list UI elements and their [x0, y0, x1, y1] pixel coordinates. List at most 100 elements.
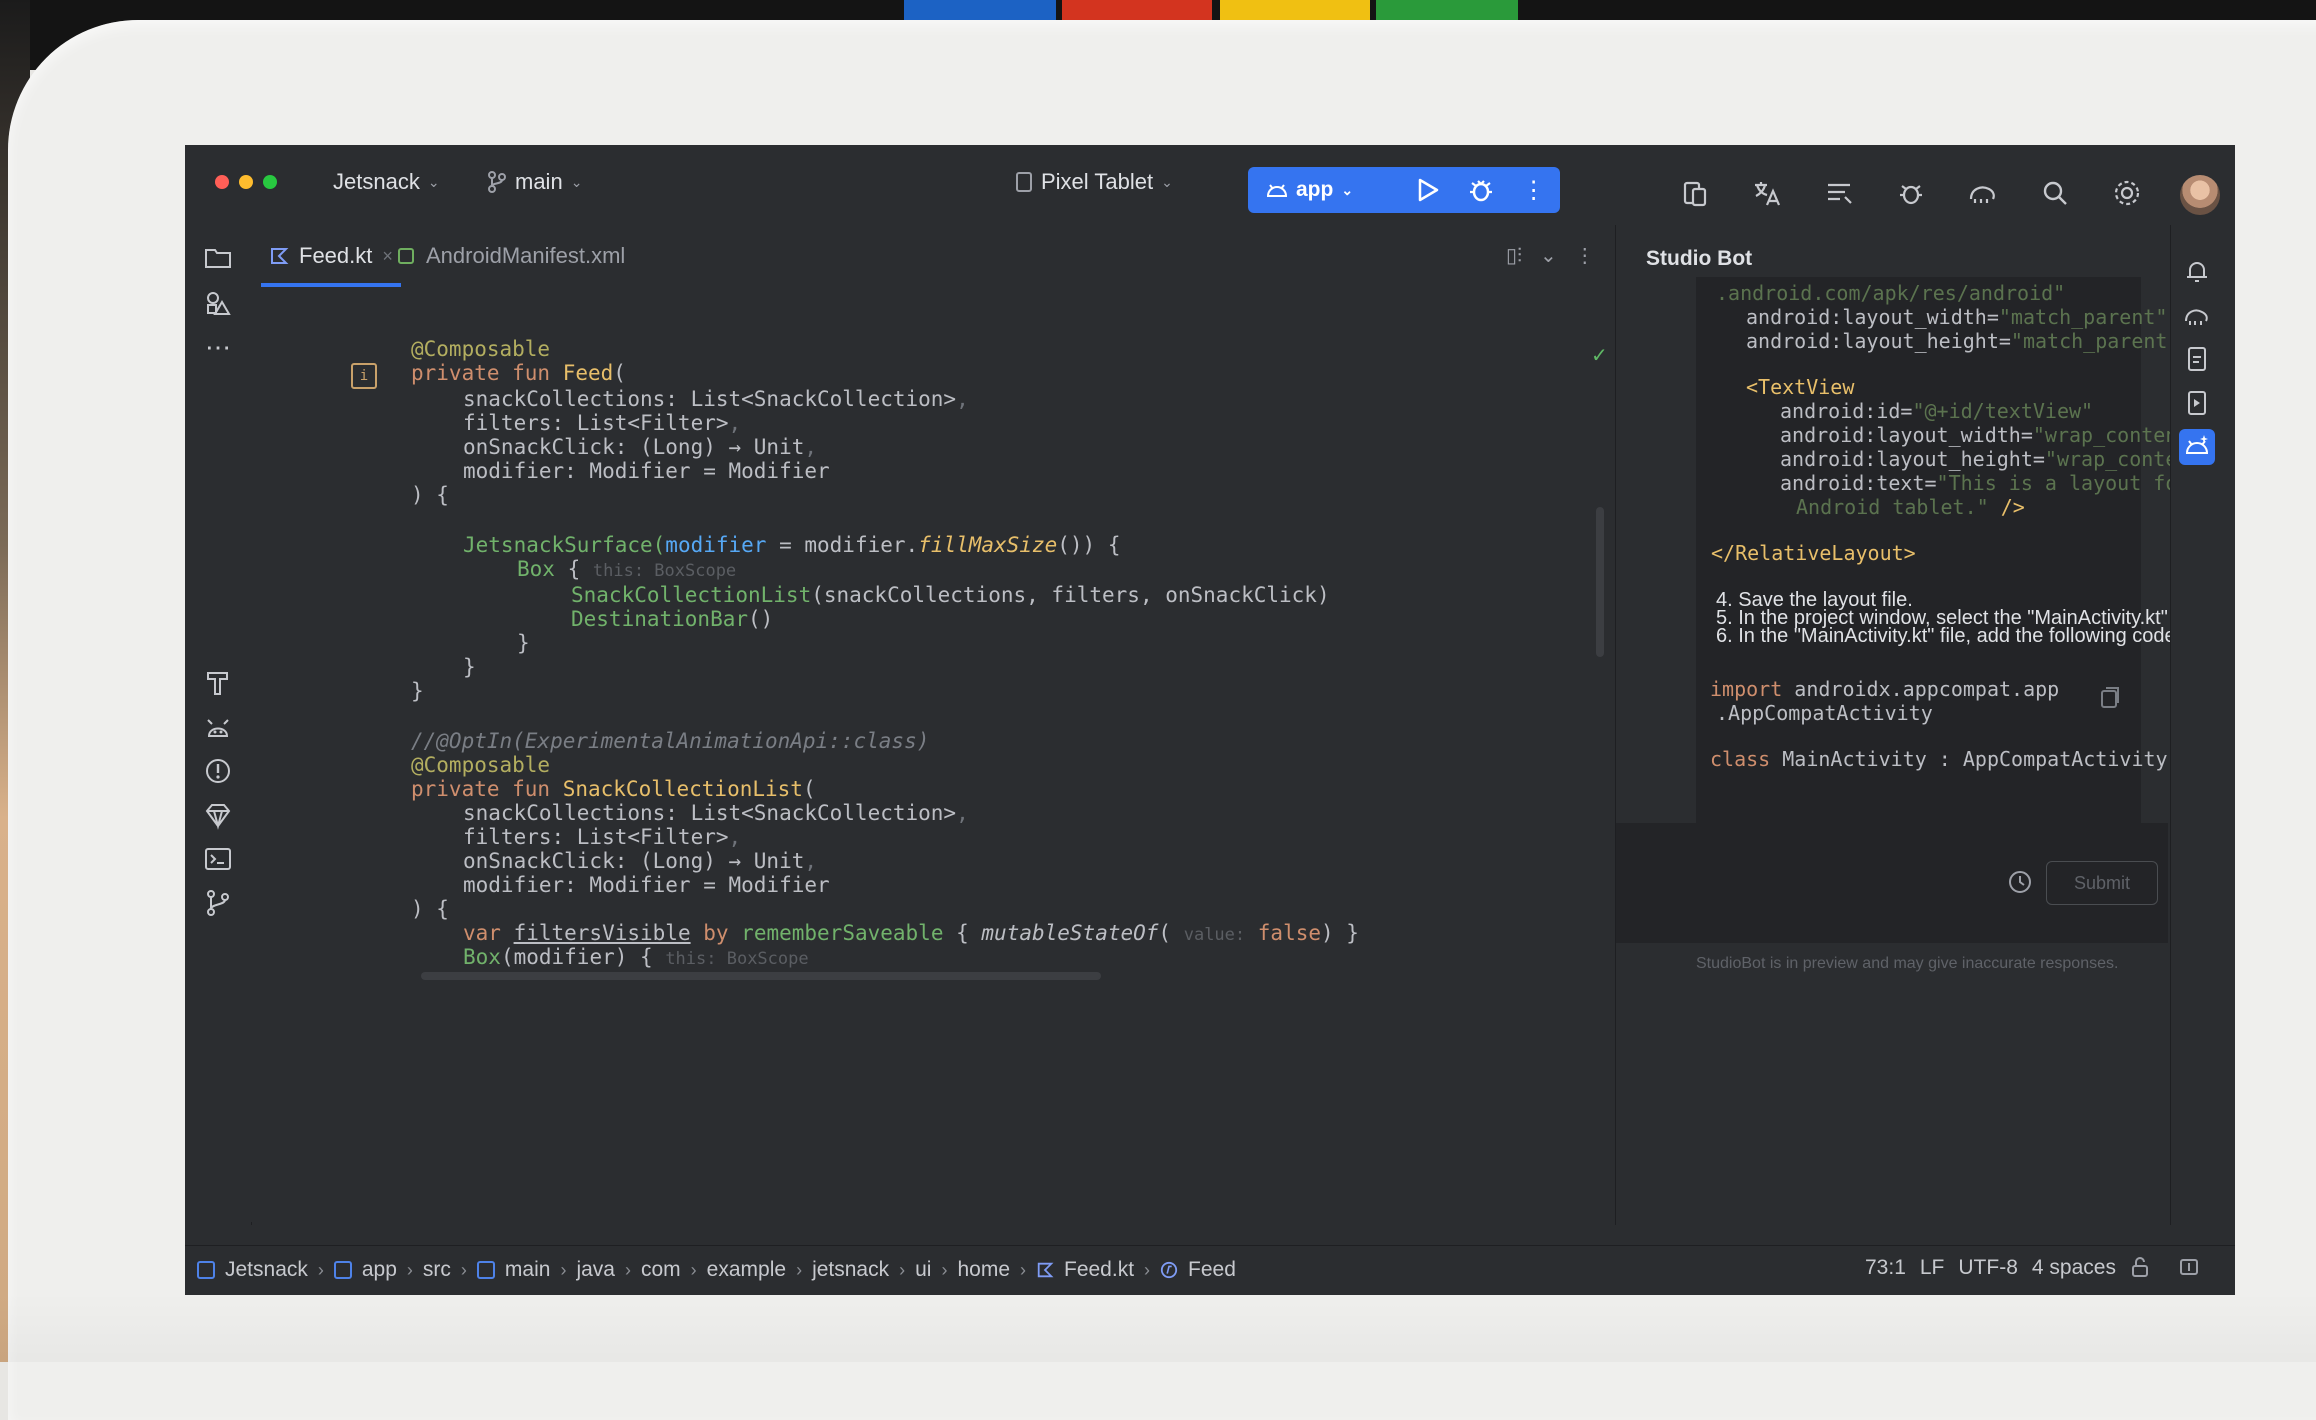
- sync-gradle-button[interactable]: [1963, 173, 2003, 213]
- layout-inspector-button[interactable]: [1819, 173, 1859, 213]
- breadcrumb-item[interactable]: jetsnack: [812, 1258, 889, 1282]
- chevron-down-icon[interactable]: ⌄: [1540, 243, 1557, 268]
- prompt-input[interactable]: Submit: [1616, 823, 2168, 943]
- breadcrumb-item[interactable]: app: [362, 1258, 397, 1282]
- running-devices-button[interactable]: [2179, 385, 2215, 421]
- close-icon[interactable]: ×: [382, 246, 393, 267]
- chevron-right-icon: ›: [406, 1259, 413, 1280]
- tab-label: Feed.kt: [299, 243, 373, 268]
- toolbar-icons: [1675, 173, 2147, 213]
- right-tool-strip: [2170, 225, 2235, 1225]
- bell-icon: [2187, 262, 2207, 282]
- terminal-tool-button[interactable]: [198, 839, 238, 879]
- breadcrumb-item[interactable]: Jetsnack: [225, 1258, 308, 1282]
- function-icon: [1160, 1261, 1178, 1279]
- close-window-button[interactable]: [215, 175, 229, 189]
- attach-debugger-button[interactable]: [1891, 173, 1931, 213]
- breadcrumb-item[interactable]: home: [957, 1258, 1010, 1282]
- device-selector[interactable]: Pixel Tablet ⌄: [1015, 169, 1173, 195]
- run-configuration-selector[interactable]: app ⌄: [1248, 178, 1375, 202]
- gutter-marker-icon[interactable]: i: [351, 363, 377, 389]
- logcat-tool-button[interactable]: [198, 707, 238, 747]
- resource-manager-button[interactable]: [198, 283, 238, 323]
- code-line: modifier: Modifier = Modifier: [463, 873, 830, 897]
- kotlin-file-icon: [1037, 1262, 1054, 1278]
- translate-button[interactable]: [1747, 173, 1787, 213]
- build-tool-button[interactable]: [198, 662, 238, 702]
- bug-icon: [1469, 180, 1492, 202]
- breadcrumb-item[interactable]: main: [505, 1258, 551, 1282]
- play-icon: [1418, 178, 1439, 202]
- memory-indicator-icon[interactable]: [2178, 1256, 2200, 1278]
- project-selector[interactable]: Jetsnack ⌄: [333, 169, 440, 195]
- indent-setting[interactable]: 4 spaces: [2032, 1256, 2116, 1280]
- history-icon[interactable]: [2006, 868, 2034, 896]
- run-button[interactable]: [1401, 167, 1454, 213]
- project-tool-button[interactable]: [198, 237, 238, 277]
- breadcrumb-item[interactable]: java: [576, 1258, 615, 1282]
- tab-feed-kt[interactable]: Feed.kt ×: [261, 225, 401, 287]
- cursor-position[interactable]: 73:1: [1865, 1256, 1906, 1280]
- problems-tool-button[interactable]: [198, 751, 238, 791]
- breadcrumb-item[interactable]: com: [641, 1258, 681, 1282]
- lock-icon[interactable]: [2130, 1256, 2150, 1278]
- hammer-icon: [207, 672, 228, 695]
- copy-icon[interactable]: [2096, 685, 2122, 711]
- branch-name: main: [515, 169, 563, 194]
- more-tools-button[interactable]: ⋯: [198, 327, 238, 367]
- tab-android-manifest[interactable]: AndroidManifest.xml: [396, 225, 625, 287]
- code-line: class MainActivity : AppCompatActivity()…: [1710, 747, 2216, 771]
- preview-disclaimer: StudioBot is in preview and may give ina…: [1696, 955, 2119, 972]
- submit-button[interactable]: Submit: [2046, 861, 2158, 905]
- breadcrumb-item[interactable]: Feed.kt: [1064, 1258, 1134, 1282]
- chevron-right-icon: ›: [899, 1259, 906, 1280]
- avatar[interactable]: [2180, 175, 2220, 215]
- breadcrumb-item[interactable]: src: [423, 1258, 451, 1282]
- code-line: }: [463, 655, 476, 679]
- search-button[interactable]: [2035, 173, 2075, 213]
- code-editor[interactable]: i ✓ @Composable private fun Feed( snackC…: [251, 287, 1611, 1222]
- editor-tab-actions: ▯⫶ ⌄ ⋮: [1506, 243, 1595, 268]
- chevron-right-icon: ›: [460, 1259, 467, 1280]
- more-actions-button[interactable]: ⋮: [1507, 167, 1560, 213]
- left-tool-strip: ⋯: [185, 225, 252, 1225]
- version-control-button[interactable]: [198, 883, 238, 923]
- settings-button[interactable]: [2107, 173, 2147, 213]
- chevron-right-icon: ›: [1144, 1259, 1151, 1280]
- horizontal-scrollbar[interactable]: [421, 972, 1101, 980]
- branch-selector[interactable]: main ⌄: [487, 169, 582, 195]
- bug-icon: [1900, 185, 1922, 205]
- studio-bot-panel: Studio Bot 🗑︎ ⋮ – .android.com/apk/res/a…: [1615, 225, 2226, 1225]
- studio-bot-button[interactable]: [2179, 429, 2215, 465]
- title-bar: Jetsnack ⌄ main ⌄ Pixel Tablet ⌄ app ⌄ ⋮: [185, 145, 2235, 225]
- zoom-window-button[interactable]: [263, 175, 277, 189]
- minimize-window-button[interactable]: [239, 175, 253, 189]
- file-encoding[interactable]: UTF-8: [1958, 1256, 2018, 1280]
- code-line: Box(modifier) { this: BoxScope: [463, 945, 809, 969]
- chevron-right-icon: ›: [560, 1259, 567, 1280]
- status-right: 73:1 LF UTF-8 4 spaces: [1865, 1256, 2200, 1280]
- breadcrumb-item[interactable]: Feed: [1188, 1258, 1236, 1282]
- app-quality-insights-button[interactable]: [198, 795, 238, 835]
- device-file-explorer-button[interactable]: [2179, 341, 2215, 377]
- debug-button[interactable]: [1454, 167, 1507, 213]
- breadcrumb-item[interactable]: example: [707, 1258, 786, 1282]
- module-icon: [197, 1261, 215, 1279]
- split-view-icon[interactable]: ▯⫶: [1506, 243, 1522, 268]
- editor-tab-bar: Feed.kt × AndroidManifest.xml ▯⫶ ⌄ ⋮: [251, 225, 1611, 287]
- notifications-button[interactable]: [2179, 253, 2215, 289]
- vertical-scrollbar[interactable]: [1596, 507, 1604, 657]
- breadcrumb-item[interactable]: ui: [915, 1258, 931, 1282]
- gradle-tool-button[interactable]: [2179, 297, 2215, 333]
- device-manager-button[interactable]: [1675, 173, 1715, 213]
- run-toolbar: app ⌄ ⋮: [1248, 167, 1560, 213]
- chevron-right-icon: ›: [624, 1259, 631, 1280]
- layout-inspector-icon: [1828, 183, 1852, 204]
- terminal-icon: [205, 848, 231, 870]
- kebab-menu-icon[interactable]: ⋮: [1575, 243, 1595, 268]
- android-icon: [1266, 184, 1288, 197]
- diamond-icon: [205, 804, 231, 830]
- line-separator[interactable]: LF: [1920, 1256, 1945, 1280]
- chevron-down-icon: ⌄: [1341, 181, 1354, 198]
- tablet-device-icon: [1016, 172, 1032, 192]
